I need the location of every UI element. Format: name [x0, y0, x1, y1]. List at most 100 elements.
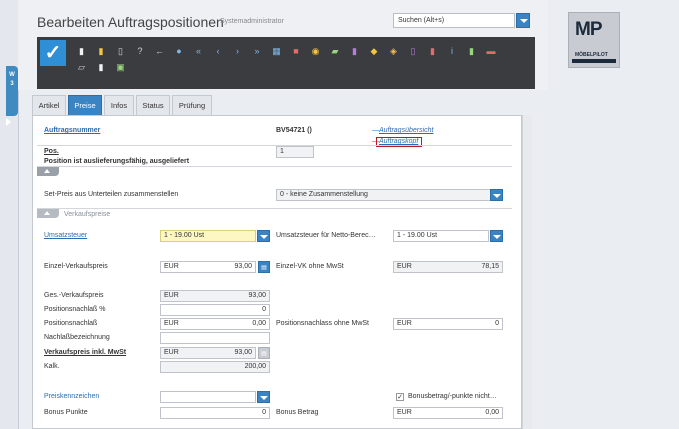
side-tab-panel: W 3 — [0, 0, 18, 429]
edit-document-icon[interactable]: ▮ — [96, 46, 107, 57]
einzel-vk-label: Einzel-Verkaufspreis — [44, 263, 108, 270]
auftragsnummer-label[interactable]: Auftragsnummer — [44, 127, 100, 134]
document-green-icon[interactable]: ▮ — [466, 46, 477, 57]
flag-icon[interactable]: ▬ — [486, 46, 497, 57]
kalk-label: Kalk. — [44, 363, 60, 370]
preiskennzeichen-dropdown-icon[interactable] — [257, 391, 270, 403]
section-toggle[interactable] — [37, 167, 59, 176]
pos-label: Pos. — [44, 148, 59, 155]
umsatzsteuer-select[interactable]: 1 - 19.00 Ust — [160, 230, 256, 242]
scrollbar[interactable] — [522, 115, 532, 429]
tab-infos[interactable]: Infos — [104, 95, 134, 115]
link-icon[interactable]: ◉ — [310, 46, 321, 57]
report-icon[interactable]: ▰ — [330, 46, 341, 57]
next-icon[interactable]: › — [232, 46, 243, 57]
vk-inkl-field[interactable]: EUR 93,00 — [160, 347, 256, 359]
tab-preise[interactable]: Preise — [68, 95, 102, 115]
umsatzsteuer-netto-label: Umsatzsteuer für Netto-Berec… — [276, 232, 376, 239]
expand-arrow-icon[interactable] — [6, 118, 11, 126]
currency: EUR — [164, 320, 179, 327]
amount: 93,00 — [234, 263, 252, 270]
search-input[interactable]: Suchen (Alt+s) — [393, 13, 515, 28]
vk-inkl-label: Verkaufspreis inkl. MwSt — [44, 349, 127, 356]
divider — [37, 145, 512, 146]
pos-nachlass-ohne-field[interactable]: EUR 0 — [393, 318, 503, 330]
print-icon[interactable]: ▯ — [408, 46, 419, 57]
pos-nachlass-pct-label: Positionsnachlaß % — [44, 306, 106, 313]
ges-vk-field[interactable]: EUR 93,00 — [160, 290, 270, 302]
status-text: Position ist auslieferungsfähig, ausgeli… — [44, 158, 190, 165]
setpreis-select[interactable]: 0 - keine Zusammenstellung — [276, 189, 492, 201]
umsatzsteuer-netto-dropdown-icon[interactable] — [490, 230, 503, 242]
page-title: Bearbeiten Auftragspositionen — [37, 14, 224, 30]
setpreis-label: Set-Preis aus Unterteilen zusammenstelle… — [44, 191, 179, 198]
umsatzsteuer-dropdown-icon[interactable] — [257, 230, 270, 242]
tab-pruefung[interactable]: Prüfung — [172, 95, 212, 115]
pos-nachlass-label: Positionsnachlaß — [44, 320, 98, 327]
setpreis-dropdown-icon[interactable] — [490, 189, 503, 201]
tab-status[interactable]: Status — [136, 95, 170, 115]
amount: 200,00 — [244, 363, 266, 370]
side-tab[interactable]: W 3 — [6, 66, 18, 116]
tools-icon[interactable]: ◆ — [369, 46, 380, 57]
export-icon[interactable]: ▮ — [349, 46, 360, 57]
umsatzsteuer-netto-select[interactable]: 1 - 19.00 Ust — [393, 230, 489, 242]
preiskennzeichen-label: Preiskennzeichen — [44, 393, 100, 400]
currency: EUR — [164, 292, 179, 299]
label-icon[interactable]: ◈ — [388, 46, 399, 57]
logo-mark: MP — [575, 19, 602, 40]
divider — [37, 208, 512, 209]
einzel-vk-ohne-field[interactable]: EUR 78,15 — [393, 261, 503, 273]
auftragsuebersicht-link[interactable]: —Auftragsübersicht — [372, 127, 433, 134]
verkaufspreise-toggle[interactable] — [37, 209, 59, 218]
list-icon[interactable]: ▦ — [271, 46, 282, 57]
side-tab-label: W 3 — [9, 72, 15, 87]
previous-icon[interactable]: ‹ — [213, 46, 224, 57]
logo-band — [572, 59, 616, 63]
new-document-icon[interactable]: ▮ — [76, 46, 87, 57]
keyboard-icon[interactable]: ▱ — [76, 62, 87, 73]
last-icon[interactable]: » — [252, 46, 263, 57]
verkaufspreise-section-title: Verkaufspreise — [64, 211, 111, 218]
first-icon[interactable]: « — [193, 46, 204, 57]
calculator-icon[interactable]: ▤ — [258, 261, 270, 273]
bonus-checkbox[interactable]: ✓ — [396, 393, 404, 401]
help-icon[interactable]: ? — [135, 46, 146, 57]
info-icon[interactable]: i — [447, 46, 458, 57]
logo-text: MÖBELPILOT — [575, 52, 608, 58]
preiskennzeichen-select[interactable] — [160, 391, 256, 403]
back-icon[interactable]: ← — [154, 46, 165, 57]
search-icon[interactable]: ● — [174, 46, 185, 57]
currency: EUR — [397, 263, 412, 270]
umsatzsteuer-label[interactable]: Umsatzsteuer — [44, 232, 87, 239]
search-dropdown-button[interactable] — [516, 13, 530, 28]
bonus-punkte-label: Bonus Punkte — [44, 409, 88, 416]
kalk-field[interactable]: 200,00 — [160, 361, 270, 373]
user-name: Systemadministrator — [220, 18, 284, 25]
pos-field[interactable]: 1 — [276, 146, 314, 158]
toolbar — [37, 37, 535, 89]
pos-nachlass-field[interactable]: EUR 0,00 — [160, 318, 270, 330]
einzel-vk-field[interactable]: EUR 93,00 — [160, 261, 256, 273]
save-button[interactable]: ✓ — [40, 40, 66, 66]
pos-nachlass-pct-field[interactable]: 0 — [160, 304, 270, 316]
bonus-check-label: Bonusbetrag/-punkte nicht… — [408, 393, 497, 400]
amount: 0,00 — [252, 320, 266, 327]
amount: 93,00 — [234, 349, 252, 356]
currency: EUR — [164, 349, 179, 356]
amount: 0 — [262, 306, 266, 313]
pos-nachlass-ohne-label: Positionsnachlass ohne MwSt — [276, 320, 369, 327]
tab-artikel[interactable]: Artikel — [32, 95, 66, 115]
document-red-icon[interactable]: ▮ — [427, 46, 438, 57]
delete-icon[interactable]: ▯ — [115, 46, 126, 57]
group-icon[interactable]: ■ — [291, 46, 302, 57]
image-icon[interactable]: ▣ — [115, 62, 126, 73]
bonus-betrag-label: Bonus Betrag — [276, 409, 319, 416]
document-small-icon[interactable]: ▮ — [96, 62, 107, 73]
bonus-punkte-field[interactable]: 0 — [160, 407, 270, 419]
bonus-betrag-field[interactable]: EUR 0,00 — [393, 407, 503, 419]
calculator-icon[interactable]: ▤ — [258, 347, 270, 359]
amount: 78,15 — [481, 263, 499, 270]
nachlass-bez-field[interactable] — [160, 332, 270, 344]
auftragsnummer-value: BV54721 () — [276, 127, 312, 134]
